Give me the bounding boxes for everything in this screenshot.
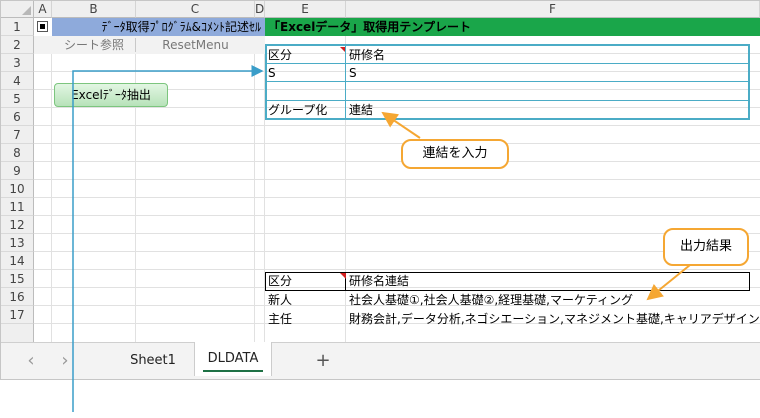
orange-arrow-concat [381,111,421,139]
annotation-arrows [72,65,691,412]
blue-arrow [72,65,264,412]
orange-arrow-output [646,264,691,301]
